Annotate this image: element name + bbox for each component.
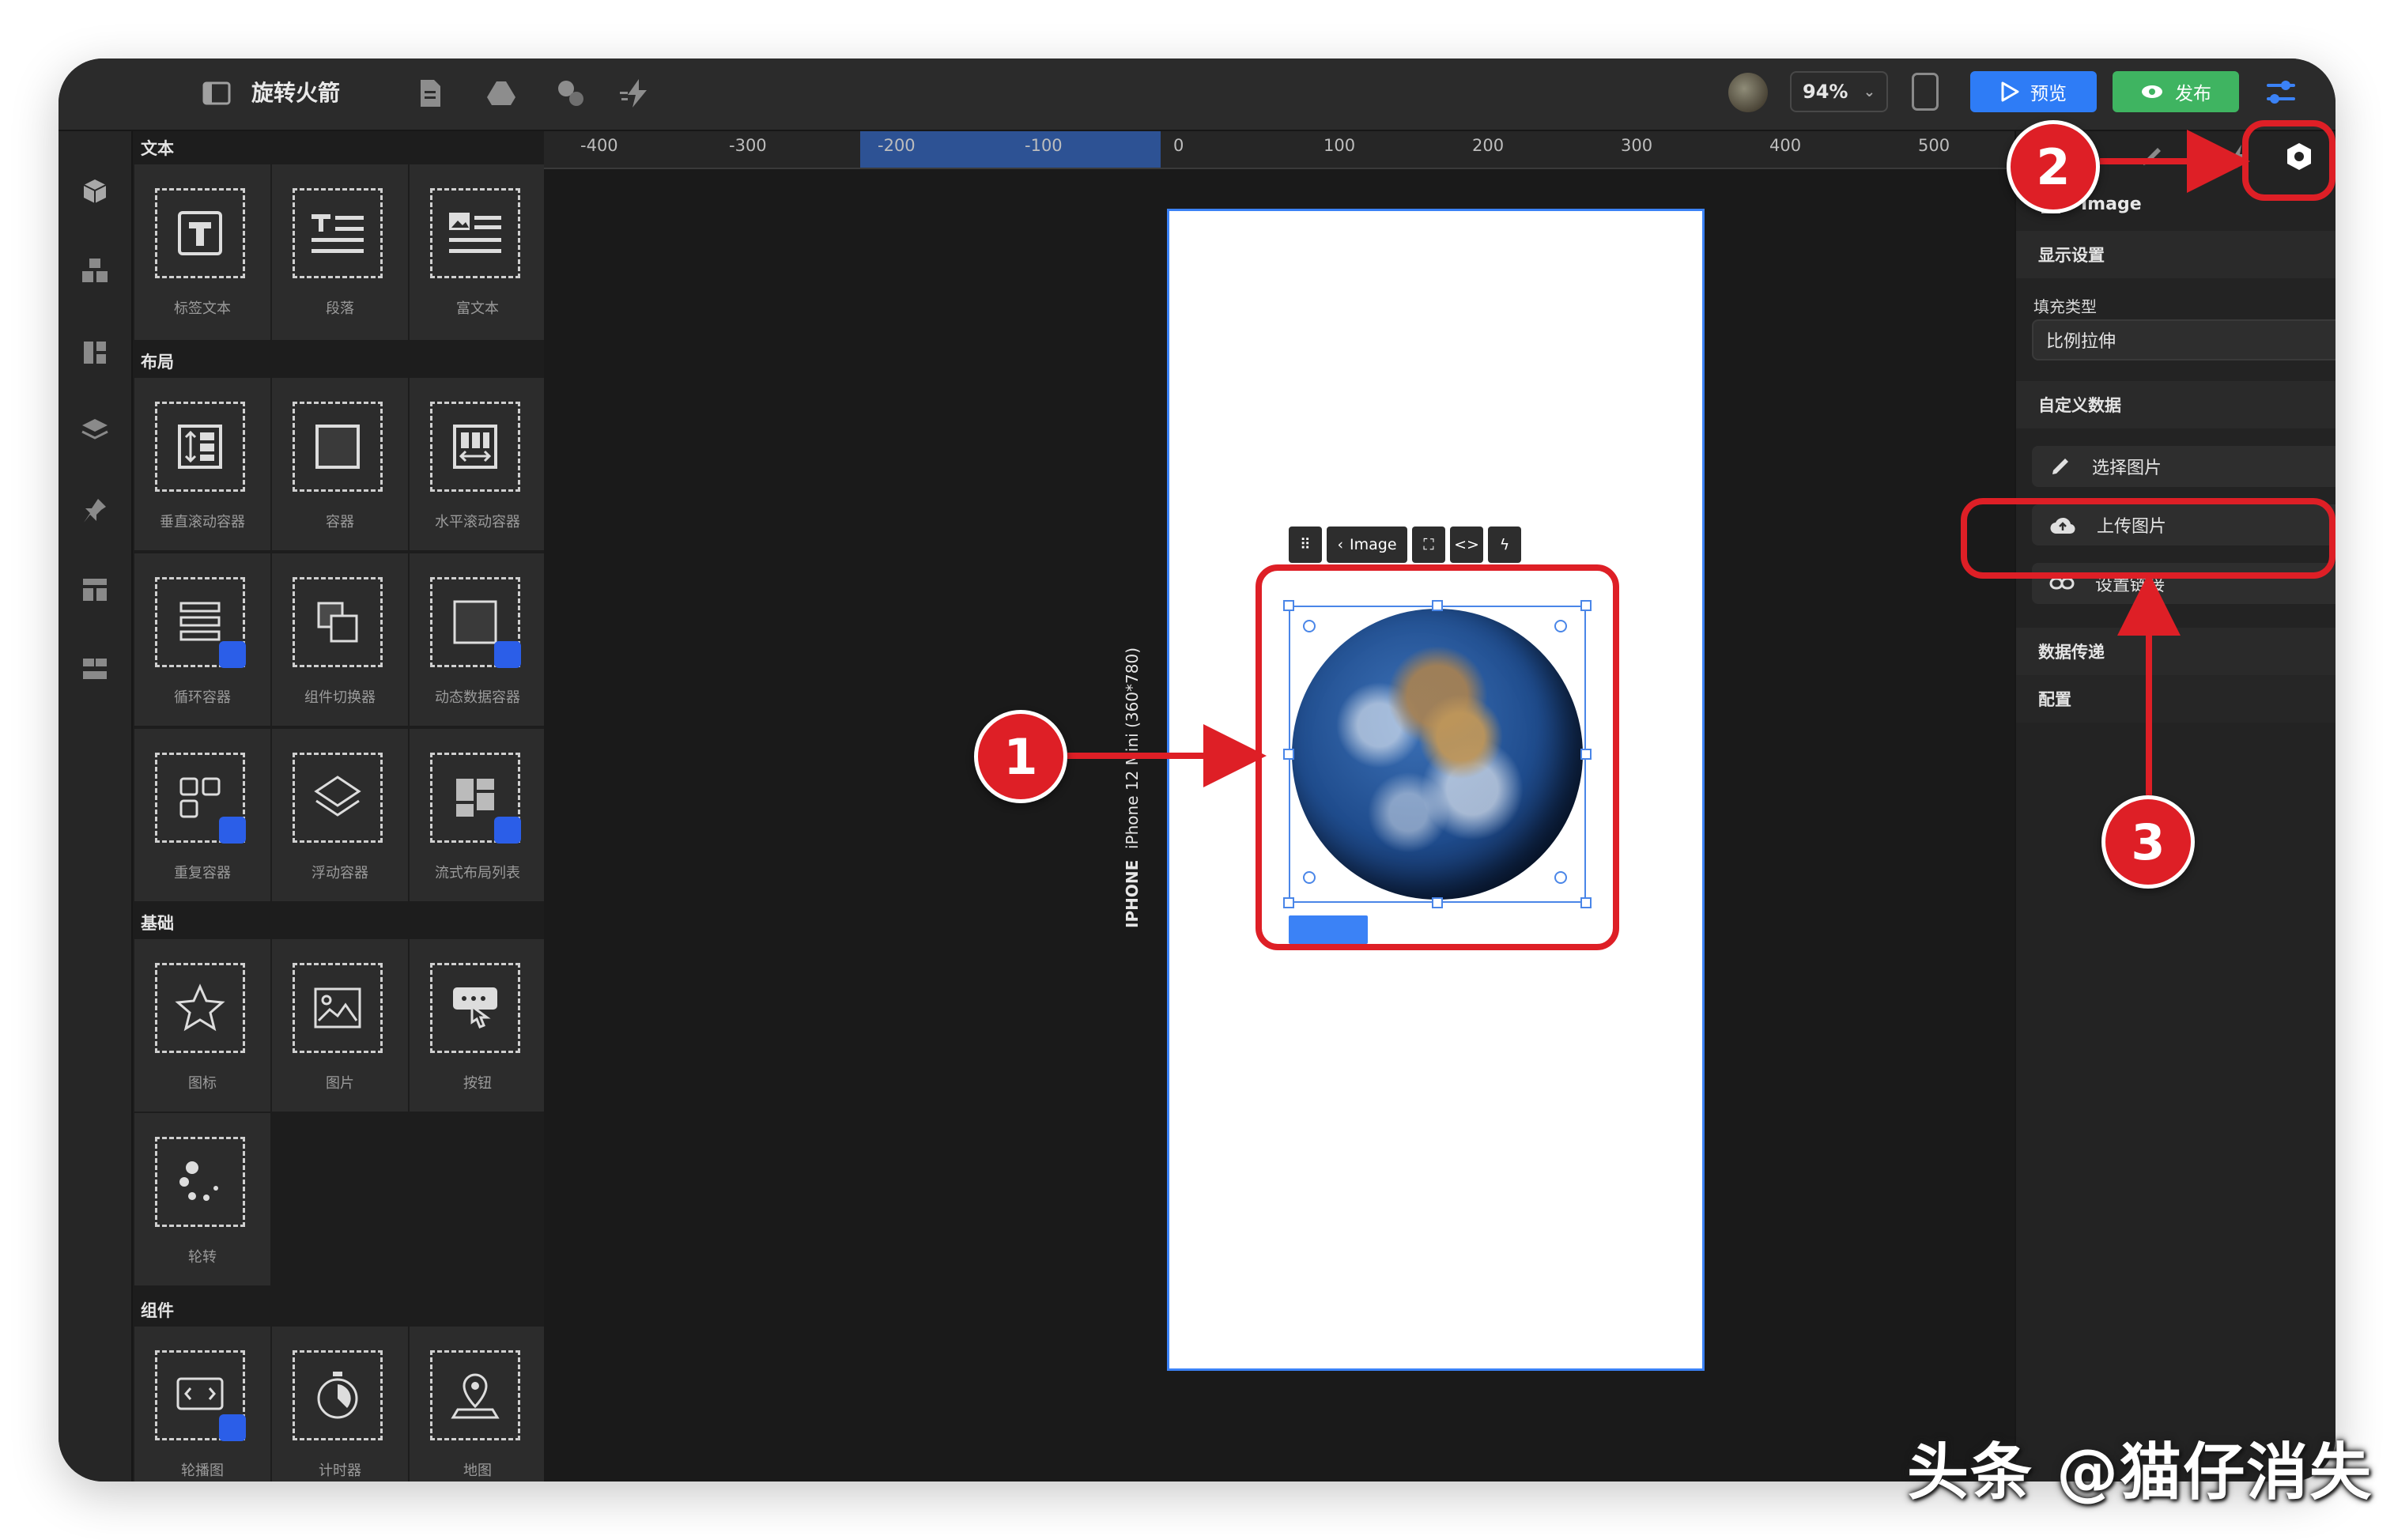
annotation-badge-3: 3 (2101, 795, 2195, 889)
watermark-text: 头条 @猫仔消失 (1907, 1437, 2373, 1508)
annotation-badge-2: 2 (2007, 120, 2100, 213)
annotation-badge-1: 1 (974, 710, 1067, 803)
annotation-arrows (1067, 130, 2250, 795)
